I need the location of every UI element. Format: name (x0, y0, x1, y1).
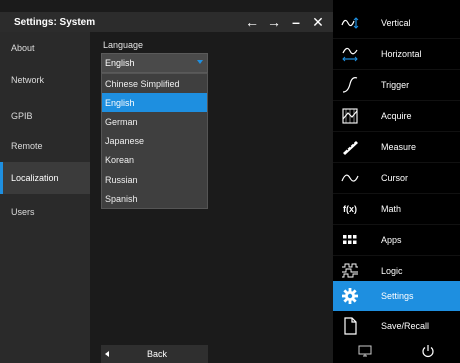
toolbar-item-label: Horizontal (381, 49, 422, 59)
chevron-down-icon (197, 60, 203, 64)
toolbar-item-math[interactable]: f(x) Math (333, 194, 460, 224)
dialog-title: Settings: System (14, 16, 96, 28)
math-fx-text: f(x) (343, 204, 357, 214)
document-icon (333, 311, 367, 341)
sidebar-item-label: GPIB (11, 111, 33, 121)
toolbar-item-measure[interactable]: Measure (333, 132, 460, 162)
toolbar-item-label: Trigger (381, 80, 410, 90)
horizontal-wave-icon (333, 39, 367, 69)
sidebar-item-remote[interactable]: Remote (0, 130, 90, 162)
toolbar-item-cursor[interactable]: Cursor (333, 163, 460, 193)
gear-icon (333, 281, 367, 311)
sidebar-item-users[interactable]: Users (0, 196, 90, 228)
toolbar-item-label: Cursor (381, 173, 409, 183)
back-arrow-icon[interactable]: ← (241, 12, 263, 32)
measure-ruler-icon (333, 132, 367, 162)
math-fx-icon: f(x) (333, 194, 367, 224)
language-option[interactable]: Japanese (102, 132, 207, 151)
toolbar-item-acquire[interactable]: Acquire (333, 101, 460, 131)
acquire-icon (333, 101, 367, 131)
back-button[interactable]: Back (101, 345, 208, 363)
sidebar-item-gpib[interactable]: GPIB (0, 100, 90, 132)
minimize-icon[interactable]: – (285, 12, 307, 32)
toolbar-item-label: Apps (381, 235, 402, 245)
toolbar-item-vertical[interactable]: Vertical (333, 8, 460, 38)
trigger-icon (333, 70, 367, 100)
language-select-value: English (105, 58, 135, 68)
language-option[interactable]: Russian (102, 170, 207, 189)
toolbar-item-label: Settings (381, 291, 414, 301)
sidebar-item-label: About (11, 43, 35, 53)
language-option[interactable]: Korean (102, 151, 207, 170)
dialog-titlebar[interactable]: Settings: System ← → – ✕ (0, 12, 333, 32)
toolbar-item-label: Save/Recall (381, 321, 430, 331)
sidebar-item-localization[interactable]: Localization (0, 162, 90, 194)
vertical-wave-icon (333, 8, 367, 38)
toolbar-item-label: Logic (381, 266, 403, 276)
back-button-label: Back (147, 349, 168, 359)
back-triangle-icon (105, 351, 109, 357)
sidebar-item-network[interactable]: Network (0, 64, 90, 96)
toolbar-item-label: Acquire (381, 111, 412, 121)
language-option[interactable]: Spanish (102, 189, 207, 208)
toolbar-item-horizontal[interactable]: Horizontal (333, 39, 460, 69)
sidebar-item-label: Users (11, 207, 35, 217)
sidebar-item-label: Network (11, 75, 45, 85)
language-select[interactable]: English (101, 53, 208, 73)
close-icon[interactable]: ✕ (307, 12, 329, 32)
sidebar-item-label: Remote (11, 141, 43, 151)
language-option[interactable]: Chinese Simplified (102, 74, 207, 93)
toolbar-item-trigger[interactable]: Trigger (333, 70, 460, 100)
power-icon[interactable] (396, 339, 459, 363)
toolbar-footer (333, 339, 460, 363)
language-label: Language (103, 40, 144, 50)
monitor-icon[interactable] (333, 339, 396, 363)
cursor-wave-icon (333, 163, 367, 193)
toolbar-item-label: Measure (381, 142, 417, 152)
language-option[interactable]: German (102, 112, 207, 131)
language-option-selected[interactable]: English (102, 93, 207, 113)
toolbar-item-label: Vertical (381, 18, 411, 28)
forward-arrow-icon[interactable]: → (263, 12, 285, 32)
sidebar-item-about[interactable]: About (0, 32, 90, 64)
language-dropdown-list: Chinese Simplified English German Japane… (101, 73, 208, 209)
toolbar-item-settings[interactable]: Settings (333, 281, 460, 311)
toolbar-item-label: Math (381, 204, 402, 214)
sidebar-item-label: Localization (11, 173, 59, 183)
toolbar-item-apps[interactable]: Apps (333, 225, 460, 255)
toolbar-item-save-recall[interactable]: Save/Recall (333, 311, 460, 341)
apps-grid-icon (333, 225, 367, 255)
